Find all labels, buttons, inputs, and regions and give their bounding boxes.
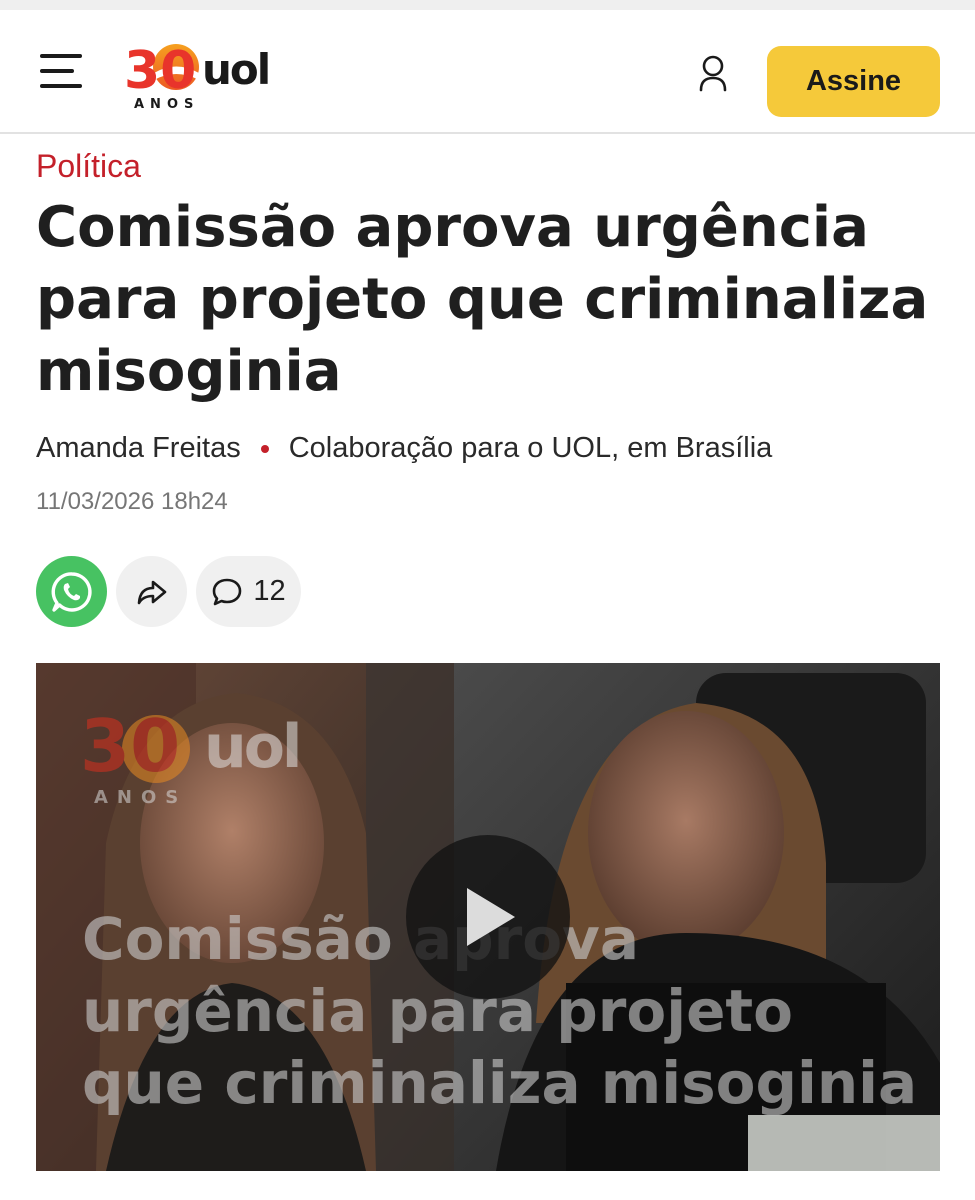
comment-count: 12: [253, 575, 286, 607]
svg-text:ANOS: ANOS: [94, 787, 187, 808]
svg-text:30: 30: [124, 41, 196, 101]
site-header: 30 uol ANOS Assine: [0, 10, 975, 134]
play-icon: [467, 888, 515, 946]
section-link[interactable]: Política: [36, 148, 141, 185]
publish-timestamp: 11/03/2026 18h24: [36, 488, 228, 515]
svg-text:30: 30: [80, 704, 180, 788]
whatsapp-share-button[interactable]: [36, 556, 107, 627]
user-icon[interactable]: [690, 50, 736, 100]
author-name[interactable]: Amanda Freitas: [36, 432, 241, 465]
author-affiliation: Colaboração para o UOL, em Brasília: [288, 432, 773, 464]
comment-icon: [213, 578, 242, 605]
byline-separator: [260, 444, 269, 453]
comments-button[interactable]: 12: [196, 556, 301, 627]
play-button[interactable]: [406, 835, 570, 999]
share-icon: [137, 580, 166, 604]
byline: Amanda Freitas Colaboração para o UOL, e…: [36, 432, 772, 465]
share-bar: 12: [36, 556, 301, 628]
svg-text:uol: uol: [202, 45, 269, 94]
whatsapp-icon: [51, 571, 92, 612]
uol-30-anos-logo[interactable]: 30 uol ANOS: [124, 40, 294, 110]
svg-text:ANOS: ANOS: [134, 97, 199, 110]
menu-icon[interactable]: [40, 54, 84, 90]
video-player[interactable]: 30 uol ANOS Comissão aprova urgência par…: [36, 663, 940, 1171]
article-title: Comissão aprova urgência para projeto qu…: [36, 195, 929, 404]
status-strip: [0, 0, 975, 10]
share-button[interactable]: [116, 556, 187, 627]
subscribe-button[interactable]: Assine: [767, 46, 940, 117]
svg-text:uol: uol: [204, 712, 300, 782]
